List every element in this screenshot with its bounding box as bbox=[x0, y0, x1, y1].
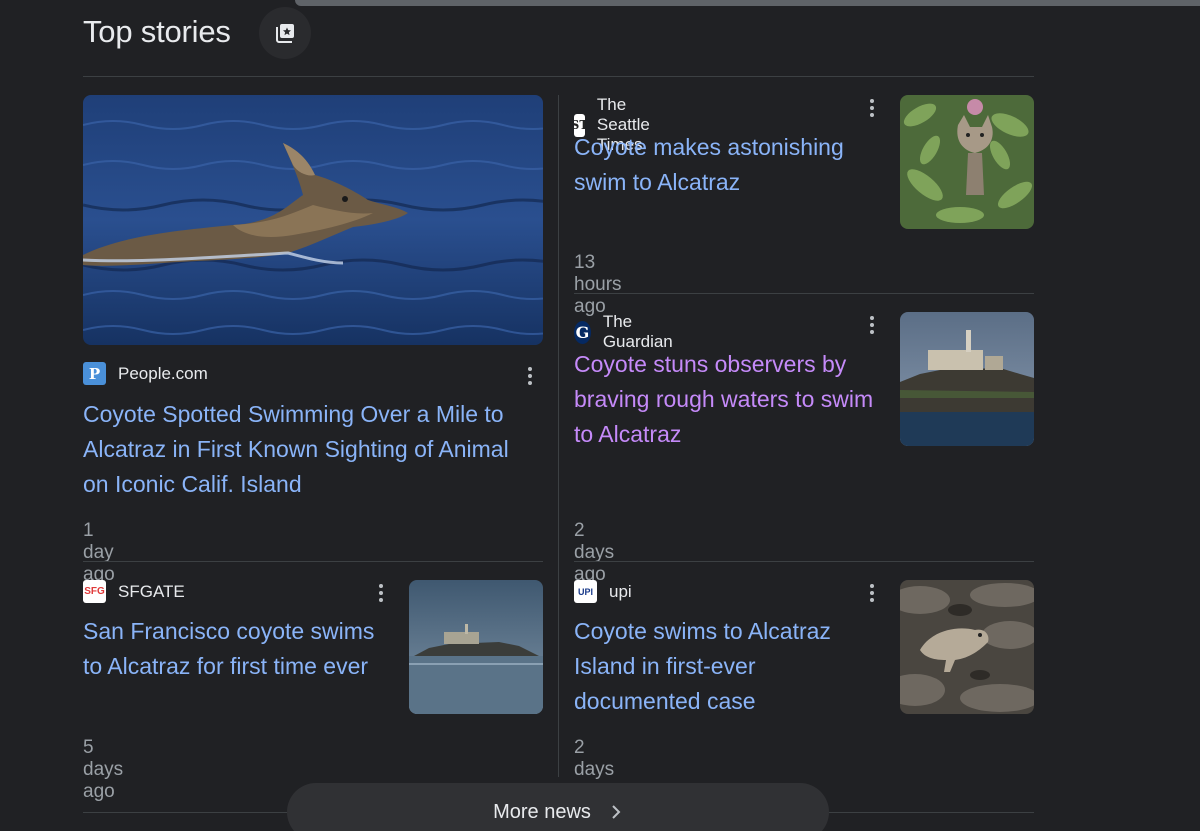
coyote-swimming-photo[interactable] bbox=[83, 95, 543, 345]
story-time: 1 day ago bbox=[83, 520, 115, 585]
story-divider bbox=[574, 561, 1034, 562]
column-divider bbox=[558, 95, 559, 777]
more-options-button[interactable] bbox=[860, 581, 884, 605]
horizontal-scrollbar[interactable] bbox=[295, 0, 1200, 6]
story-time: 13 hours ago bbox=[574, 252, 622, 317]
story-source: UPI upi bbox=[574, 580, 632, 603]
story-headline[interactable]: Coyote stuns observers by braving rough … bbox=[574, 347, 884, 452]
guardian-logo-icon: G bbox=[574, 320, 591, 344]
story-divider bbox=[83, 561, 543, 562]
bottom-divider-right bbox=[829, 812, 1034, 813]
alcatraz-island-photo[interactable] bbox=[900, 312, 1034, 446]
story-headline[interactable]: San Francisco coyote swims to Alcatraz f… bbox=[83, 614, 388, 684]
more-options-button[interactable] bbox=[860, 96, 884, 120]
sfgate-logo-icon: SFG bbox=[83, 580, 106, 603]
story-source: SFG SFGATE bbox=[83, 580, 185, 603]
more-news-label: More news bbox=[493, 800, 591, 823]
source-name: People.com bbox=[118, 363, 208, 383]
story-headline[interactable]: Coyote makes astonishing swim to Alcatra… bbox=[574, 130, 874, 200]
more-options-button[interactable] bbox=[860, 313, 884, 337]
story-time: 5 days ago bbox=[83, 737, 124, 802]
coyote-on-rocks-photo[interactable] bbox=[900, 580, 1034, 714]
section-divider bbox=[83, 76, 1034, 77]
source-name: upi bbox=[609, 581, 632, 601]
source-name: SFGATE bbox=[118, 581, 185, 601]
story-divider bbox=[574, 293, 1034, 294]
top-stories-page: Top stories P People.com Coyote Spotted … bbox=[0, 0, 1200, 831]
add-to-collection-button[interactable] bbox=[259, 7, 311, 59]
source-name: The Guardian bbox=[602, 312, 673, 351]
chevron-right-icon bbox=[612, 805, 621, 819]
more-options-button[interactable] bbox=[369, 581, 393, 605]
story-source: G The Guardian bbox=[574, 312, 679, 352]
upi-logo-icon: UPI bbox=[574, 580, 597, 603]
add-to-collection-icon bbox=[276, 24, 294, 43]
story-headline[interactable]: Coyote swims to Alcatraz Island in first… bbox=[574, 614, 874, 719]
more-news-button[interactable]: More news bbox=[287, 783, 829, 831]
people-logo-icon: P bbox=[83, 362, 106, 385]
alcatraz-distance-photo[interactable] bbox=[409, 580, 543, 714]
bottom-divider-left bbox=[83, 812, 287, 813]
more-options-button[interactable] bbox=[518, 364, 542, 388]
coyote-in-foliage-photo[interactable] bbox=[900, 95, 1034, 229]
section-title: Top stories bbox=[83, 14, 231, 49]
story-headline[interactable]: Coyote Spotted Swimming Over a Mile to A… bbox=[83, 397, 538, 502]
story-source: P People.com bbox=[83, 362, 208, 385]
story-time: 2 days ago bbox=[574, 520, 615, 585]
